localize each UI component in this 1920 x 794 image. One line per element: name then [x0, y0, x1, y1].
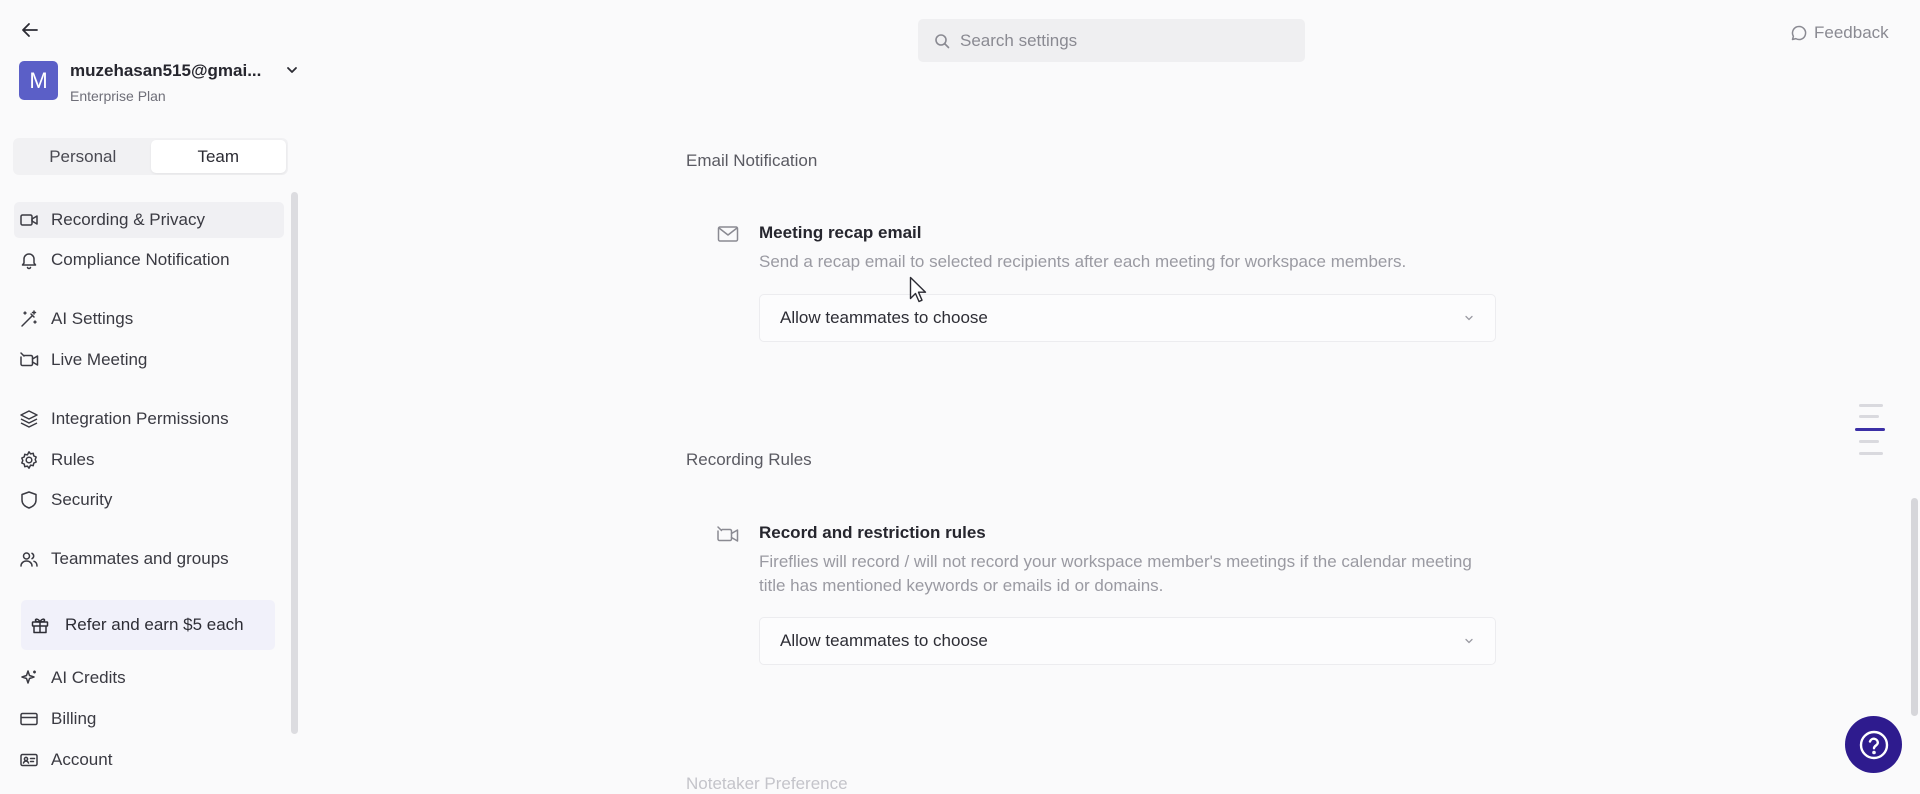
sidebar-item-label: Account [51, 750, 113, 769]
select-value: Allow teammates to choose [780, 308, 988, 327]
sidebar-item-live-meeting[interactable]: Live Meeting [14, 342, 284, 378]
sidebar-item-label: Rules [51, 450, 95, 469]
sidebar-item-rules[interactable]: Rules [14, 442, 284, 478]
video-icon [18, 209, 40, 231]
back-button[interactable] [18, 18, 42, 42]
sidebar-scrollbar[interactable] [291, 192, 298, 734]
setting-record-restriction-rules: Record and restriction rules Fireflies w… [716, 522, 1496, 667]
setting-description: Fireflies will record / will not record … [759, 552, 1472, 595]
account-switcher[interactable]: M muzehasan515@gmai... Enterprise Plan [19, 61, 297, 105]
toc-marker[interactable] [1859, 415, 1879, 418]
gift-icon [29, 614, 51, 636]
setting-title: Meeting recap email [759, 223, 922, 242]
sidebar-item-label: Teammates and groups [51, 549, 229, 568]
sidebar-item-recording-privacy[interactable]: Recording & Privacy [14, 202, 284, 238]
toc-marker[interactable] [1859, 452, 1883, 455]
section-title-notetaker-preference: Notetaker Preference [686, 774, 848, 793]
layers-icon [18, 408, 40, 430]
chat-bubble-icon [1791, 25, 1807, 41]
chevron-down-icon [1463, 312, 1475, 324]
refer-label: Refer and earn $5 each [65, 615, 244, 634]
shield-icon [18, 489, 40, 511]
sidebar-item-label: AI Credits [51, 668, 126, 687]
record-rules-select[interactable]: Allow teammates to choose [759, 617, 1496, 665]
sidebar: M muzehasan515@gmai... Enterprise Plan P… [0, 0, 300, 794]
sidebar-item-label: Live Meeting [51, 350, 148, 369]
sidebar-item-account[interactable]: Account [14, 742, 284, 778]
sidebar-item-billing[interactable]: Billing [14, 701, 284, 737]
sidebar-item-integration-permissions[interactable]: Integration Permissions [14, 401, 284, 437]
gear-icon [18, 449, 40, 471]
sidebar-item-label: AI Settings [51, 309, 134, 328]
search-input[interactable] [960, 30, 1290, 51]
mail-icon [716, 222, 740, 246]
users-icon [18, 548, 40, 570]
toc-marker-active[interactable] [1855, 428, 1885, 431]
sidebar-item-teammates-groups[interactable]: Teammates and groups [14, 541, 284, 577]
id-card-icon [18, 749, 40, 771]
sparkle-icon [18, 667, 40, 689]
help-button[interactable] [1845, 716, 1902, 773]
chevron-down-icon [1463, 635, 1475, 647]
setting-meeting-recap-email: Meeting recap email Send a recap email t… [716, 222, 1496, 342]
search-icon [934, 33, 950, 49]
toc-marker[interactable] [1859, 440, 1879, 443]
tab-team[interactable]: Team [150, 140, 286, 173]
sidebar-item-label: Integration Permissions [51, 409, 229, 428]
tab-personal[interactable]: Personal [15, 140, 151, 173]
video-rules-icon [716, 522, 740, 546]
feedback-label: Feedback [1814, 23, 1889, 42]
credit-card-icon [18, 708, 40, 730]
video-live-icon [18, 349, 40, 371]
magic-wand-icon [18, 308, 40, 330]
sidebar-item-label: Billing [51, 709, 97, 728]
section-title-email-notification: Email Notification [686, 151, 818, 170]
toc-marker[interactable] [1859, 404, 1883, 407]
sidebar-item-label: Security [51, 490, 113, 509]
question-icon [1859, 730, 1888, 759]
avatar: M [19, 61, 58, 100]
refer-earn-banner[interactable]: Refer and earn $5 each [21, 600, 275, 650]
sidebar-item-security[interactable]: Security [14, 482, 284, 518]
sidebar-item-compliance-notification[interactable]: Compliance Notification [14, 242, 284, 278]
bell-icon [18, 249, 40, 271]
recap-email-select[interactable]: Allow teammates to choose [759, 294, 1496, 342]
feedback-button[interactable]: Feedback [1790, 23, 1889, 43]
chevron-down-icon [287, 67, 297, 73]
mouse-cursor-icon [909, 276, 927, 303]
sidebar-item-ai-settings[interactable]: AI Settings [14, 301, 284, 337]
setting-title: Record and restriction rules [759, 523, 986, 542]
sidebar-item-ai-credits[interactable]: AI Credits [14, 660, 284, 696]
sidebar-item-label: Recording & Privacy [51, 210, 206, 229]
arrow-left-icon [22, 23, 38, 37]
account-email: muzehasan515@gmai... [70, 61, 262, 80]
section-navigator[interactable] [1855, 404, 1885, 456]
main-scrollbar[interactable] [1911, 498, 1918, 716]
select-value: Allow teammates to choose [780, 631, 988, 650]
setting-description: Send a recap email to selected recipient… [759, 252, 1407, 271]
search-bar[interactable] [918, 19, 1305, 62]
section-title-recording-rules: Recording Rules [686, 450, 812, 469]
scope-toggle: Personal Team [13, 138, 288, 175]
account-plan: Enterprise Plan [70, 88, 166, 104]
sidebar-item-label: Compliance Notification [51, 250, 230, 269]
